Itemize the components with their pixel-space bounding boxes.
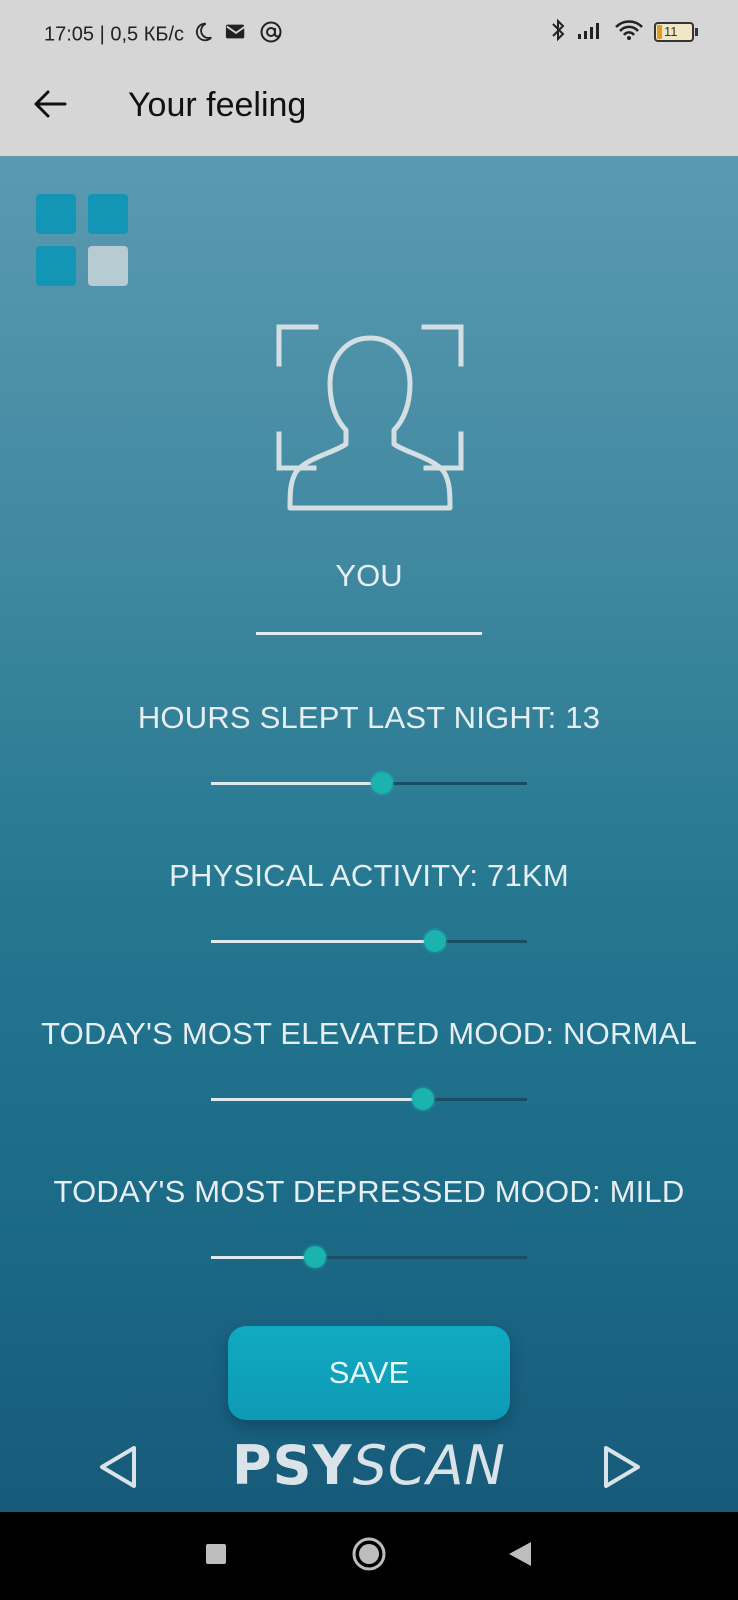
main-content: YOU HOURS SLEPT LAST NIGHT: 13 PHYSICAL … bbox=[0, 156, 738, 1512]
battery-level-text: 11 bbox=[664, 24, 678, 39]
slider-thumb[interactable] bbox=[370, 772, 393, 794]
wifi-icon bbox=[614, 19, 644, 46]
elevated-mood-label: TODAY'S MOST ELEVATED MOOD: NORMAL bbox=[41, 1016, 697, 1051]
slider-fill bbox=[211, 782, 382, 785]
grid-cell-1 bbox=[36, 194, 76, 234]
slider-thumb[interactable] bbox=[424, 930, 447, 952]
system-nav-bar bbox=[0, 1512, 738, 1600]
grid-cell-4 bbox=[88, 246, 128, 286]
status-time-text: 17:05 | 0,5 КБ/с bbox=[44, 23, 185, 46]
grid-cell-3 bbox=[36, 246, 76, 286]
moon-icon bbox=[192, 21, 214, 49]
depressed-mood-slider[interactable] bbox=[211, 1246, 527, 1270]
physical-activity-slider[interactable] bbox=[211, 930, 527, 954]
at-icon bbox=[259, 20, 283, 50]
system-back-button[interactable] bbox=[500, 1536, 540, 1576]
back-button[interactable] bbox=[28, 84, 72, 128]
face-scan-icon bbox=[276, 324, 464, 514]
slider-fill bbox=[211, 1098, 423, 1101]
bluetooth-icon bbox=[550, 17, 566, 48]
next-button[interactable] bbox=[600, 1442, 644, 1492]
hours-slept-label: HOURS SLEPT LAST NIGHT: 13 bbox=[137, 700, 601, 735]
triangle-right-icon bbox=[600, 1446, 644, 1496]
arrow-left-icon bbox=[33, 89, 67, 124]
slider-thumb[interactable] bbox=[304, 1246, 327, 1268]
home-button[interactable] bbox=[349, 1536, 389, 1576]
hours-slept-slider[interactable] bbox=[211, 772, 527, 796]
square-icon bbox=[204, 1542, 228, 1571]
profile-label: YOU bbox=[335, 558, 403, 593]
logo-text-light: SCAN bbox=[352, 1434, 506, 1497]
slider-fill bbox=[211, 940, 436, 943]
physical-activity-label: PHYSICAL ACTIVITY: 71KM bbox=[169, 858, 569, 893]
recent-apps-button[interactable] bbox=[196, 1536, 236, 1576]
slider-fill bbox=[211, 1256, 316, 1259]
save-button[interactable]: SAVE bbox=[228, 1326, 510, 1420]
signal-icon bbox=[576, 20, 604, 45]
circle-icon bbox=[351, 1536, 387, 1577]
depressed-mood-label: TODAY'S MOST DEPRESSED MOOD: MILD bbox=[53, 1174, 685, 1209]
slider-thumb[interactable] bbox=[411, 1088, 434, 1110]
elevated-mood-slider[interactable] bbox=[211, 1088, 527, 1112]
mail-icon bbox=[225, 22, 247, 48]
page-title: Your feeling bbox=[128, 86, 307, 124]
status-time: 17:05 | 0,5 КБ/с bbox=[44, 20, 283, 50]
battery-icon: 11 bbox=[654, 22, 698, 42]
app-bar: Your feeling bbox=[0, 64, 738, 156]
back-triangle-icon bbox=[507, 1540, 533, 1573]
status-bar: 17:05 | 0,5 КБ/с 11 bbox=[0, 0, 738, 64]
grid-menu-icon[interactable] bbox=[36, 194, 128, 286]
logo-text-strong: PSY bbox=[232, 1434, 353, 1497]
grid-cell-2 bbox=[88, 194, 128, 234]
profile-underline bbox=[256, 632, 482, 635]
status-indicators: 11 bbox=[550, 18, 698, 46]
